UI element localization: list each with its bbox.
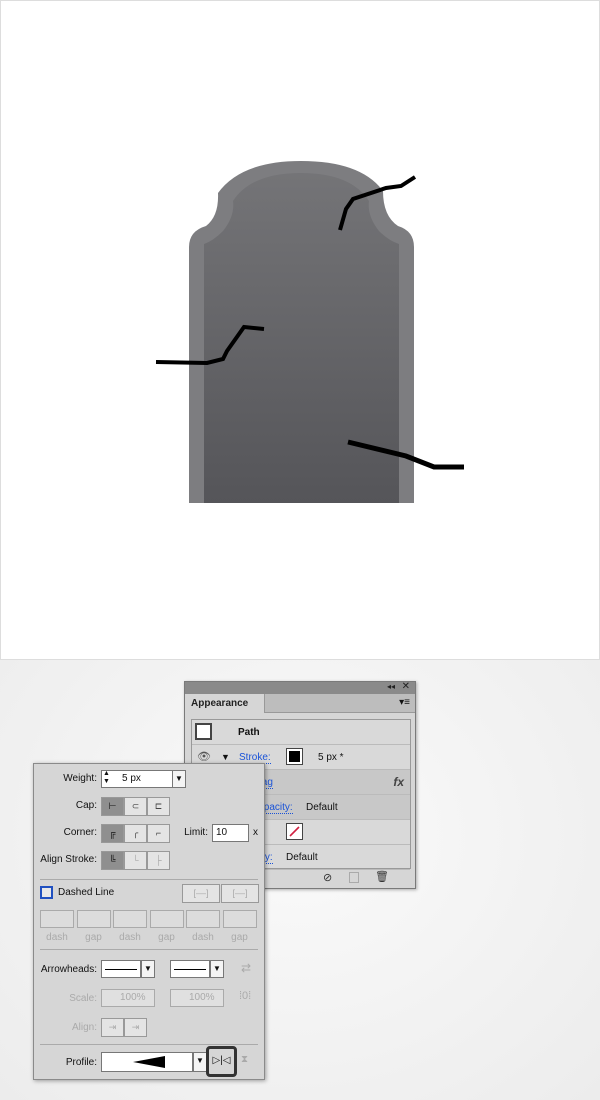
tab-bar: Appearance ▾≡: [185, 694, 415, 713]
dashed-line-checkbox[interactable]: [40, 886, 53, 899]
align-stroke-label: Align Stroke:: [40, 854, 97, 865]
gap-label: gap: [231, 932, 248, 943]
flip-along-button[interactable]: ▷|◁: [206, 1046, 237, 1077]
swap-arrowheads-icon[interactable]: ⇄: [241, 961, 251, 975]
end-arrowhead-select[interactable]: [170, 960, 210, 978]
dash-label: dash: [119, 932, 141, 943]
align-inside-button[interactable]: └: [124, 851, 147, 870]
link-scale-icon[interactable]: ⁞0⁞: [239, 990, 251, 1002]
start-scale-value: 100%: [120, 992, 146, 1003]
stroke-weight: 5 px *: [318, 752, 344, 763]
end-arrowhead-dropdown[interactable]: ▼: [210, 960, 224, 978]
dash-input[interactable]: [113, 910, 147, 928]
gap-label: gap: [85, 932, 102, 943]
opacity-value: Default: [306, 802, 338, 813]
scale-label: Scale:: [69, 993, 97, 1004]
tombstone-illustration: [155, 161, 464, 503]
align-arrow-label: Align:: [71, 1022, 97, 1033]
fill-none-swatch[interactable]: [286, 823, 303, 840]
gap-input[interactable]: [222, 910, 257, 928]
tab-appearance[interactable]: Appearance: [185, 694, 265, 713]
align-outside-button[interactable]: ├: [147, 851, 170, 870]
weight-dropdown[interactable]: ▼: [172, 770, 186, 788]
artboard: [0, 0, 600, 660]
profile-label: Profile:: [65, 1057, 97, 1068]
stroke-panel: Weight: 5 px ▲ ▼ ▼ Cap: ⊢ ⊂ ⊏ Corner: ╔ ╭…: [33, 763, 265, 1080]
bevel-join-button[interactable]: ⌐: [147, 824, 170, 843]
dash-preserve-button[interactable]: [‒‒]: [182, 884, 220, 903]
align-center-button[interactable]: ╚: [101, 851, 124, 870]
object-thumbnail: [195, 723, 212, 740]
close-icon[interactable]: ✕: [402, 681, 410, 692]
limit-label: Limit:: [184, 827, 208, 838]
disclosure-triangle-icon[interactable]: ▼: [221, 752, 230, 762]
limit-unit: x: [253, 827, 258, 838]
end-scale-value: 100%: [189, 992, 215, 1003]
end-scale-input[interactable]: 100%: [170, 989, 224, 1007]
panel-titlebar[interactable]: ◂◂ ✕: [185, 681, 415, 694]
divider: [40, 1044, 258, 1045]
dashed-line-label: Dashed Line: [58, 887, 115, 898]
divider: [40, 949, 258, 950]
dash-align-button[interactable]: [‒‒]: [221, 884, 259, 903]
opacity-value: Default: [286, 852, 318, 863]
start-scale-input[interactable]: 100%: [101, 989, 155, 1007]
start-arrowhead-select[interactable]: [101, 960, 141, 978]
limit-value: 10: [216, 827, 228, 838]
object-type: Path: [238, 727, 260, 738]
clear-appearance-icon[interactable]: ⊘: [323, 871, 332, 884]
gap-input[interactable]: [149, 910, 184, 928]
round-cap-button[interactable]: ⊂: [124, 797, 147, 816]
butt-cap-button[interactable]: ⊢: [101, 797, 124, 816]
divider: [40, 879, 258, 880]
corner-label: Corner:: [63, 827, 97, 838]
arrow-place-button[interactable]: ⇥: [124, 1018, 147, 1037]
weight-label: Weight:: [63, 773, 97, 784]
dash-input[interactable]: [186, 910, 220, 928]
duplicate-item-icon[interactable]: [349, 872, 359, 883]
stroke-color-swatch[interactable]: [286, 748, 303, 765]
arrow-extend-button[interactable]: ⇥: [101, 1018, 124, 1037]
profile-dropdown[interactable]: ▼: [193, 1052, 207, 1072]
weight-stepper[interactable]: ▲ ▼: [103, 770, 110, 786]
path-row[interactable]: Path: [192, 720, 410, 745]
collapse-icon[interactable]: ◂◂: [387, 682, 395, 691]
profile-select[interactable]: [101, 1052, 193, 1072]
start-arrowhead-dropdown[interactable]: ▼: [141, 960, 155, 978]
gap-input[interactable]: [76, 910, 111, 928]
profile-preview: [133, 1056, 165, 1068]
trash-icon[interactable]: 🗑: [375, 870, 389, 883]
gap-label: gap: [158, 932, 175, 943]
miter-join-button[interactable]: ╔: [101, 824, 124, 843]
panel-menu-icon[interactable]: ▾≡: [399, 697, 410, 708]
weight-value: 5 px: [122, 773, 141, 784]
dash-input[interactable]: [40, 910, 74, 928]
flip-across-icon[interactable]: ⧗: [241, 1054, 248, 1065]
fx-icon[interactable]: fx: [393, 775, 404, 789]
projecting-cap-button[interactable]: ⊏: [147, 797, 170, 816]
dash-label: dash: [46, 932, 68, 943]
round-join-button[interactable]: ╭: [124, 824, 147, 843]
eye-icon[interactable]: 👁: [197, 750, 211, 763]
dash-label: dash: [192, 932, 214, 943]
cap-label: Cap:: [75, 800, 97, 811]
limit-input[interactable]: 10: [212, 824, 249, 842]
tombstone-inner: [204, 173, 399, 503]
arrowheads-label: Arrowheads:: [40, 964, 97, 975]
